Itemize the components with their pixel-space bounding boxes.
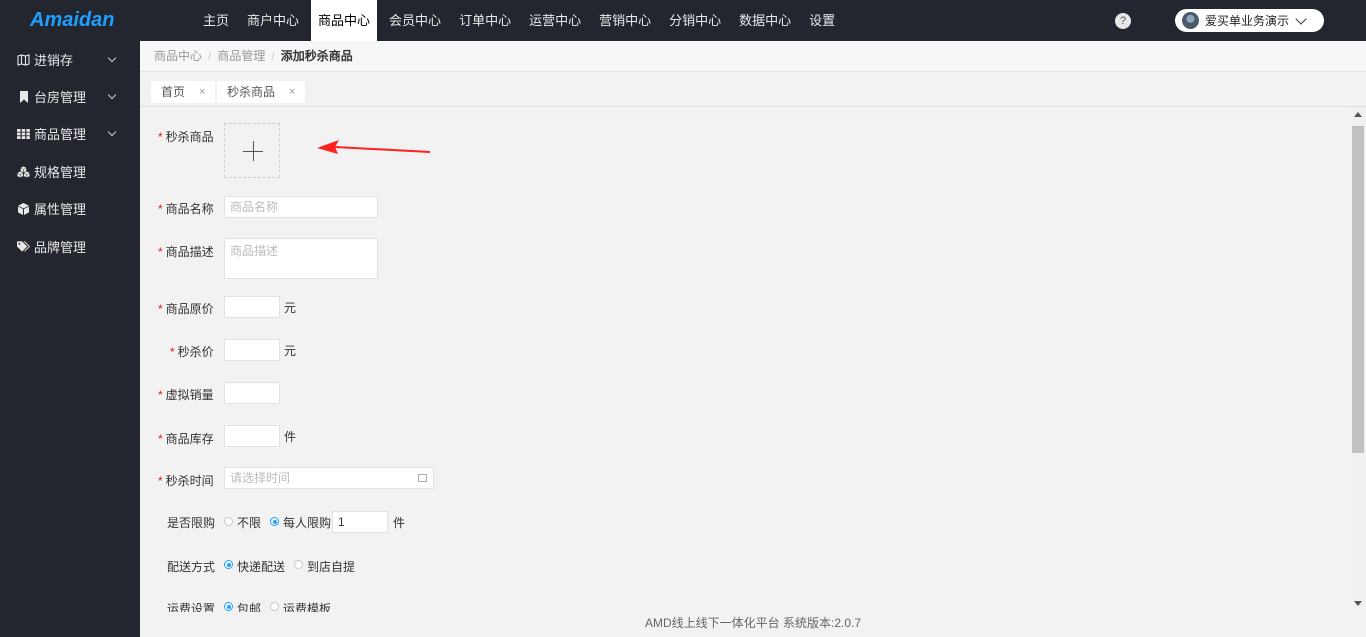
top-nav-item-operation[interactable]: 运营中心: [520, 0, 590, 41]
original-price-input[interactable]: [224, 296, 280, 318]
limit-unit: 件: [393, 516, 406, 530]
seckill-price-unit: 元: [284, 344, 297, 358]
shipping-radio-template[interactable]: [270, 602, 279, 611]
desc-textarea[interactable]: [224, 238, 378, 279]
sidebar-item-label: 进销存: [34, 53, 74, 68]
sidebar-item-label: 属性管理: [34, 202, 87, 217]
top-nav-item-distribution[interactable]: 分销中心: [660, 0, 730, 41]
top-nav-item-member[interactable]: 会员中心: [380, 0, 450, 41]
limit-option-unlimited[interactable]: 不限: [237, 514, 261, 531]
scroll-thumb[interactable]: [1352, 126, 1364, 453]
breadcrumb-current: 添加秒杀商品: [280, 49, 353, 63]
stock-label: * 商品库存: [158, 432, 214, 446]
breadcrumb-item-goods-center[interactable]: 商品中心: [154, 49, 202, 63]
delivery-option-express[interactable]: 快递配送: [237, 558, 285, 575]
sidebar-item-brand[interactable]: 品牌管理: [0, 228, 140, 265]
top-nav-item-goods[interactable]: 商品中心: [311, 0, 378, 41]
time-label: * 秒杀时间: [158, 474, 214, 488]
close-icon[interactable]: ×: [289, 81, 295, 103]
chevron-down-icon: [107, 127, 117, 137]
sidebar-item-inventory[interactable]: 进销存: [0, 41, 140, 78]
top-nav: 主页 商户中心 商品中心 会员中心 订单中心 运营中心 营销中心 分销中心 数据…: [194, 0, 844, 41]
breadcrumb-separator: /: [208, 49, 212, 63]
logo[interactable]: Amaidan: [30, 9, 114, 32]
user-name: 爱买单业务演示: [1205, 14, 1290, 28]
delivery-label: 配送方式: [167, 560, 216, 574]
name-label: * 商品名称: [158, 202, 214, 216]
sidebar-item-goods[interactable]: 商品管理: [0, 115, 140, 152]
delivery-radio-express[interactable]: [224, 560, 233, 569]
delivery-radio-pickup[interactable]: [294, 560, 303, 569]
top-nav-item-data[interactable]: 数据中心: [730, 0, 800, 41]
stock-input[interactable]: [224, 425, 280, 447]
top-nav-item-home[interactable]: 主页: [194, 0, 238, 41]
seckill-price-label: * 秒杀价: [170, 345, 214, 359]
breadcrumb-separator: /: [271, 49, 275, 63]
top-nav-item-marketing[interactable]: 营销中心: [590, 0, 660, 41]
stock-unit: 件: [284, 430, 297, 444]
user-menu[interactable]: 爱买单业务演示: [1175, 9, 1324, 32]
avatar: [1182, 12, 1199, 29]
limit-radio-unlimited[interactable]: [224, 517, 233, 526]
time-picker-input[interactable]: [224, 467, 434, 489]
required-mark: *: [158, 130, 163, 144]
help-icon[interactable]: ?: [1115, 13, 1131, 29]
sidebar: 进销存 台房管理 商品管理 规格管理 属性管理 品牌管理: [0, 41, 140, 637]
desc-label: * 商品描述: [158, 245, 214, 259]
footer: AMD线上线下一体化平台 系统版本:2.0.7: [140, 612, 1366, 637]
name-input[interactable]: [224, 196, 378, 218]
limit-radio-per-person[interactable]: [270, 517, 279, 526]
tab-label: 首页: [161, 85, 186, 99]
virtual-sales-input[interactable]: [224, 382, 280, 404]
calendar-icon[interactable]: [418, 474, 427, 482]
tab-label: 秒杀商品: [227, 85, 276, 99]
scroll-up-icon[interactable]: [1354, 112, 1362, 117]
sidebar-item-attribute[interactable]: 属性管理: [0, 190, 140, 227]
top-bar: Amaidan 主页 商户中心 商品中心 会员中心 订单中心 运营中心 营销中心…: [0, 0, 1366, 41]
shipping-label: 运费设置: [167, 602, 216, 612]
limit-option-per-person[interactable]: 每人限购: [283, 514, 331, 531]
red-arrow-annotation: [317, 140, 431, 154]
top-nav-item-settings[interactable]: 设置: [800, 0, 844, 41]
close-icon[interactable]: ×: [199, 81, 205, 103]
tab-home[interactable]: 首页 ×: [151, 81, 216, 103]
limit-quantity-input[interactable]: [332, 511, 388, 533]
original-price-label: * 商品原价: [158, 302, 214, 316]
sidebar-item-label: 品牌管理: [34, 240, 87, 255]
original-price-unit: 元: [284, 301, 297, 315]
bookmark-icon: [17, 90, 30, 103]
chevron-down-icon: [1295, 12, 1307, 25]
form-area: *秒杀商品 *商品名称 *商品描述 *商品原价 元 *秒杀价 元 *虚拟销量 *…: [140, 107, 1350, 612]
tab-seckill-goods[interactable]: 秒杀商品 ×: [217, 81, 306, 103]
virtual-sales-label: * 虚拟销量: [158, 388, 214, 402]
tab-bar: 首页 × 秒杀商品 ×: [140, 72, 1366, 107]
chevron-down-icon: [107, 90, 117, 100]
delivery-option-pickup[interactable]: 到店自提: [307, 558, 355, 575]
grid-icon: [17, 127, 30, 140]
sidebar-item-label: 台房管理: [34, 90, 87, 105]
scroll-down-icon[interactable]: [1354, 601, 1362, 606]
chevron-down-icon: [107, 53, 117, 63]
shipping-radio-free[interactable]: [224, 602, 233, 611]
breadcrumb-item-goods-manage[interactable]: 商品管理: [217, 49, 265, 63]
sidebar-item-rooms[interactable]: 台房管理: [0, 78, 140, 115]
top-nav-item-order[interactable]: 订单中心: [450, 0, 520, 41]
shipping-option-template[interactable]: 运费模板: [283, 600, 331, 612]
limit-label: 是否限购: [167, 516, 216, 530]
product-label: * 秒杀商品: [158, 130, 214, 144]
breadcrumb: 商品中心 / 商品管理 / 添加秒杀商品: [140, 41, 1366, 72]
cubes-icon: [17, 165, 30, 178]
cube-icon: [17, 202, 30, 215]
sidebar-item-label: 规格管理: [34, 165, 87, 180]
scrollbar[interactable]: [1350, 107, 1366, 612]
tags-icon: [17, 240, 30, 253]
map-icon: [17, 53, 30, 66]
sidebar-item-spec[interactable]: 规格管理: [0, 153, 140, 190]
shipping-option-free[interactable]: 包邮: [237, 600, 261, 612]
sidebar-item-label: 商品管理: [34, 127, 87, 142]
top-nav-item-merchant[interactable]: 商户中心: [238, 0, 308, 41]
product-upload-button[interactable]: [224, 123, 280, 178]
seckill-price-input[interactable]: [224, 339, 280, 361]
